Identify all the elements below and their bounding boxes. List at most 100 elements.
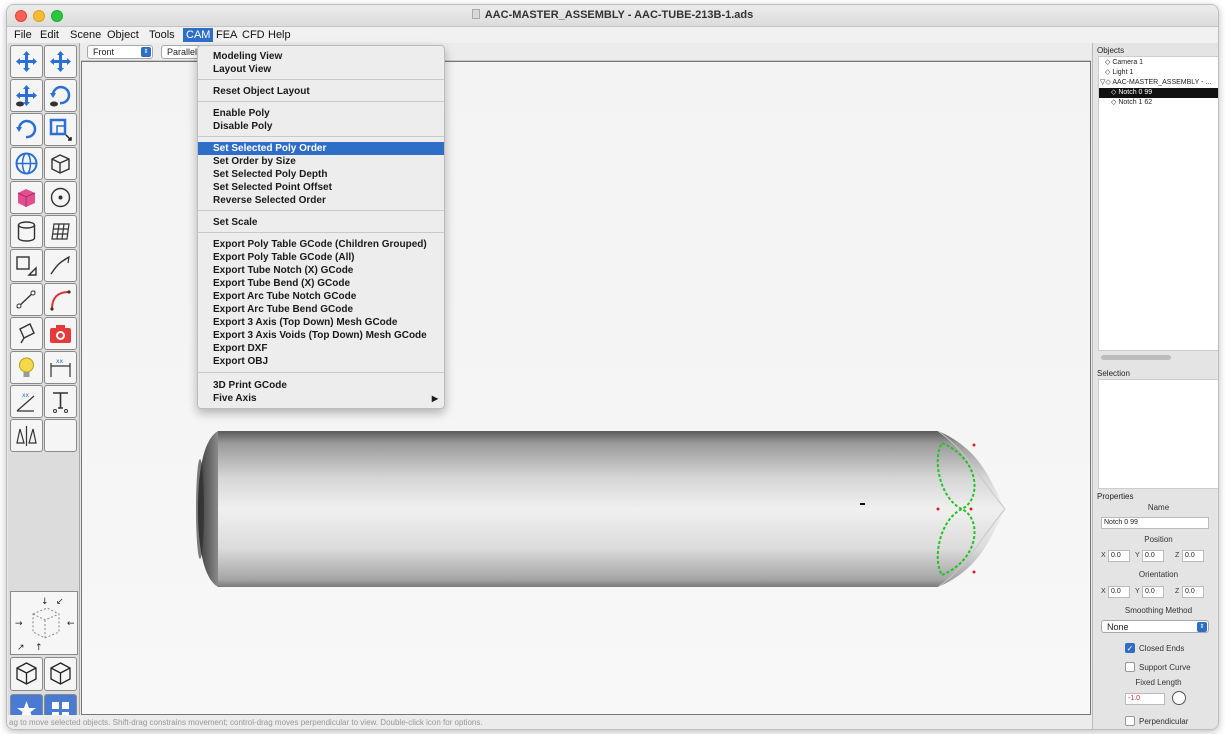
window-title: AAC-MASTER_ASSEMBLY - AAC-TUBE-213B-1.ad… xyxy=(7,9,1218,21)
menu-item-export-poly-table-all[interactable]: Export Poly Table GCode (All) xyxy=(198,251,444,264)
angle-dimension-tool[interactable]: xx xyxy=(10,385,43,418)
mirror-tool[interactable] xyxy=(10,419,43,452)
menu-item-reset-object-layout[interactable]: Reset Object Layout xyxy=(198,85,444,98)
menu-item-set-order-by-size[interactable]: Set Order by Size xyxy=(198,155,444,168)
menu-separator xyxy=(198,210,444,211)
menu-separator xyxy=(198,101,444,102)
menu-item-set-selected-poly-order[interactable]: Set Selected Poly Order xyxy=(198,142,444,155)
cube-tool[interactable] xyxy=(44,147,77,180)
tree-item-notch-selected[interactable]: ◇ Notch 0 99 xyxy=(1099,88,1218,98)
camera-icon xyxy=(50,325,71,343)
menu-scene[interactable]: Scene xyxy=(67,28,104,42)
view-navigation-cube[interactable]: ↓ ↙ → ← ↗ ↑ xyxy=(10,591,78,655)
sphere-tool[interactable] xyxy=(10,147,43,180)
menu-item-reverse-selected-order[interactable]: Reverse Selected Order xyxy=(198,194,444,207)
tube-model[interactable] xyxy=(190,429,1010,589)
tree-item-light[interactable]: ◇ Light 1 xyxy=(1099,68,1218,78)
x-axis-label: X xyxy=(1101,552,1106,559)
polygon-tool[interactable] xyxy=(10,249,43,282)
menu-cfd[interactable]: CFD xyxy=(239,28,268,42)
smoothing-method-select[interactable]: None ⇕ xyxy=(1101,620,1209,633)
menu-tools[interactable]: Tools xyxy=(146,28,178,42)
dimension-tool[interactable]: xx xyxy=(44,351,77,384)
object-tree[interactable]: ◇ Camera 1 ◇ Light 1 ▽◇ AAC-MASTER_ASSEM… xyxy=(1098,56,1218,351)
point-light-tool[interactable] xyxy=(10,351,43,384)
fixed-length-dial[interactable] xyxy=(1172,691,1186,705)
y-axis-label: Y xyxy=(1135,552,1140,559)
name-field[interactable]: Notch 0 99 xyxy=(1101,517,1209,529)
menu-help[interactable]: Help xyxy=(265,28,294,42)
orientation-x-field[interactable]: 0.0 xyxy=(1108,586,1130,598)
position-x-field[interactable]: 0.0 xyxy=(1108,550,1130,562)
position-z-field[interactable]: 0.0 xyxy=(1182,550,1204,562)
wireframe-view-button[interactable] xyxy=(10,657,43,691)
point-marker xyxy=(969,507,973,511)
menu-fea[interactable]: FEA xyxy=(213,28,240,42)
menu-item-export-obj[interactable]: Export OBJ xyxy=(198,355,444,368)
move-view-tool[interactable] xyxy=(10,79,43,112)
right-panel: Objects ◇ Camera 1 ◇ Light 1 ▽◇ AAC-MAST… xyxy=(1092,43,1218,729)
menu-item-disable-poly[interactable]: Disable Poly xyxy=(198,120,444,133)
perpendicular-checkbox[interactable] xyxy=(1125,716,1135,726)
light-tool[interactable] xyxy=(10,317,43,350)
selection-header: Selection xyxy=(1097,369,1130,378)
scale-tool[interactable] xyxy=(44,113,77,146)
menu-item-export-tube-bend[interactable]: Export Tube Bend (X) GCode xyxy=(198,277,444,290)
dimension-icon: xx xyxy=(50,358,71,377)
camera-tool[interactable] xyxy=(44,317,77,350)
rotate-view-tool[interactable] xyxy=(44,79,77,112)
menu-item-export-tube-notch[interactable]: Export Tube Notch (X) GCode xyxy=(198,264,444,277)
move-tool[interactable] xyxy=(10,45,43,78)
orientation-z-field[interactable]: 0.0 xyxy=(1182,586,1204,598)
app-window: AAC-MASTER_ASSEMBLY - AAC-TUBE-213B-1.ad… xyxy=(6,4,1219,730)
menu-item-export-poly-table-children[interactable]: Export Poly Table GCode (Children Groupe… xyxy=(198,238,444,251)
curve-tool[interactable] xyxy=(44,249,77,282)
view-direction-select[interactable]: Front ⇕ xyxy=(87,45,153,59)
menu-item-set-selected-poly-depth[interactable]: Set Selected Poly Depth xyxy=(198,168,444,181)
menu-cam[interactable]: CAM xyxy=(183,28,214,42)
fixed-length-field[interactable]: -1.0 xyxy=(1125,693,1165,705)
menu-item-layout-view[interactable]: Layout View xyxy=(198,63,444,76)
menu-item-enable-poly[interactable]: Enable Poly xyxy=(198,107,444,120)
spline-tool[interactable] xyxy=(10,283,43,316)
cylinder-disc-tool[interactable] xyxy=(44,181,77,214)
z-axis-label: Z xyxy=(1175,552,1180,559)
angle-dimension-icon: xx xyxy=(16,392,35,412)
cylinder-tool[interactable] xyxy=(10,215,43,248)
move-selected-tool[interactable] xyxy=(44,45,77,78)
menu-item-modeling-view[interactable]: Modeling View xyxy=(198,50,444,63)
support-curve-checkbox[interactable] xyxy=(1125,662,1135,672)
orientation-y-field[interactable]: 0.0 xyxy=(1142,586,1164,598)
arc-tool[interactable] xyxy=(44,283,77,316)
menu-item-export-arc-tube-notch[interactable]: Export Arc Tube Notch GCode xyxy=(198,290,444,303)
position-y-field[interactable]: 0.0 xyxy=(1142,550,1164,562)
navigation-cube-icon: ↓ ↙ → ← ↗ ↑ xyxy=(15,597,75,653)
menu-item-export-3-axis-mesh[interactable]: Export 3 Axis (Top Down) Mesh GCode xyxy=(198,316,444,329)
rotate-tool[interactable] xyxy=(10,113,43,146)
tree-item-notch[interactable]: ◇ Notch 1 62 xyxy=(1099,98,1218,108)
menu-item-export-dxf[interactable]: Export DXF xyxy=(198,342,444,355)
select-arrows-icon: ⇕ xyxy=(141,47,151,57)
shaded-view-button[interactable] xyxy=(44,657,77,691)
tree-item-camera[interactable]: ◇ Camera 1 xyxy=(1099,58,1218,68)
grid-tool[interactable] xyxy=(44,215,77,248)
spotlight-icon xyxy=(19,323,35,344)
menu-edit[interactable]: Edit xyxy=(37,28,62,42)
menu-item-five-axis[interactable]: Five Axis ▶ xyxy=(198,392,444,405)
solid-cube-tool[interactable] xyxy=(10,181,43,214)
text-tool[interactable] xyxy=(44,385,77,418)
menu-item-export-3-axis-voids-mesh[interactable]: Export 3 Axis Voids (Top Down) Mesh GCod… xyxy=(198,329,444,342)
closed-ends-checkbox[interactable]: ✓ xyxy=(1125,643,1135,653)
tool-palette: xx xx ↓ ↙ → ← ↗ ↑ xyxy=(8,43,80,727)
menu-item-set-selected-point-offset[interactable]: Set Selected Point Offset xyxy=(198,181,444,194)
globe-icon xyxy=(15,152,38,175)
menu-item-set-scale[interactable]: Set Scale xyxy=(198,216,444,229)
menu-object[interactable]: Object xyxy=(104,28,142,42)
curve-icon xyxy=(50,255,70,275)
menu-file[interactable]: File xyxy=(11,28,35,42)
lightbulb-icon xyxy=(19,357,34,377)
menu-item-3d-print-gcode[interactable]: 3D Print GCode xyxy=(198,379,444,392)
tree-item-assembly[interactable]: ▽◇ AAC-MASTER_ASSEMBLY - ... xyxy=(1099,78,1218,88)
horizontal-scrollbar[interactable] xyxy=(1101,355,1171,360)
menu-item-export-arc-tube-bend[interactable]: Export Arc Tube Bend GCode xyxy=(198,303,444,316)
